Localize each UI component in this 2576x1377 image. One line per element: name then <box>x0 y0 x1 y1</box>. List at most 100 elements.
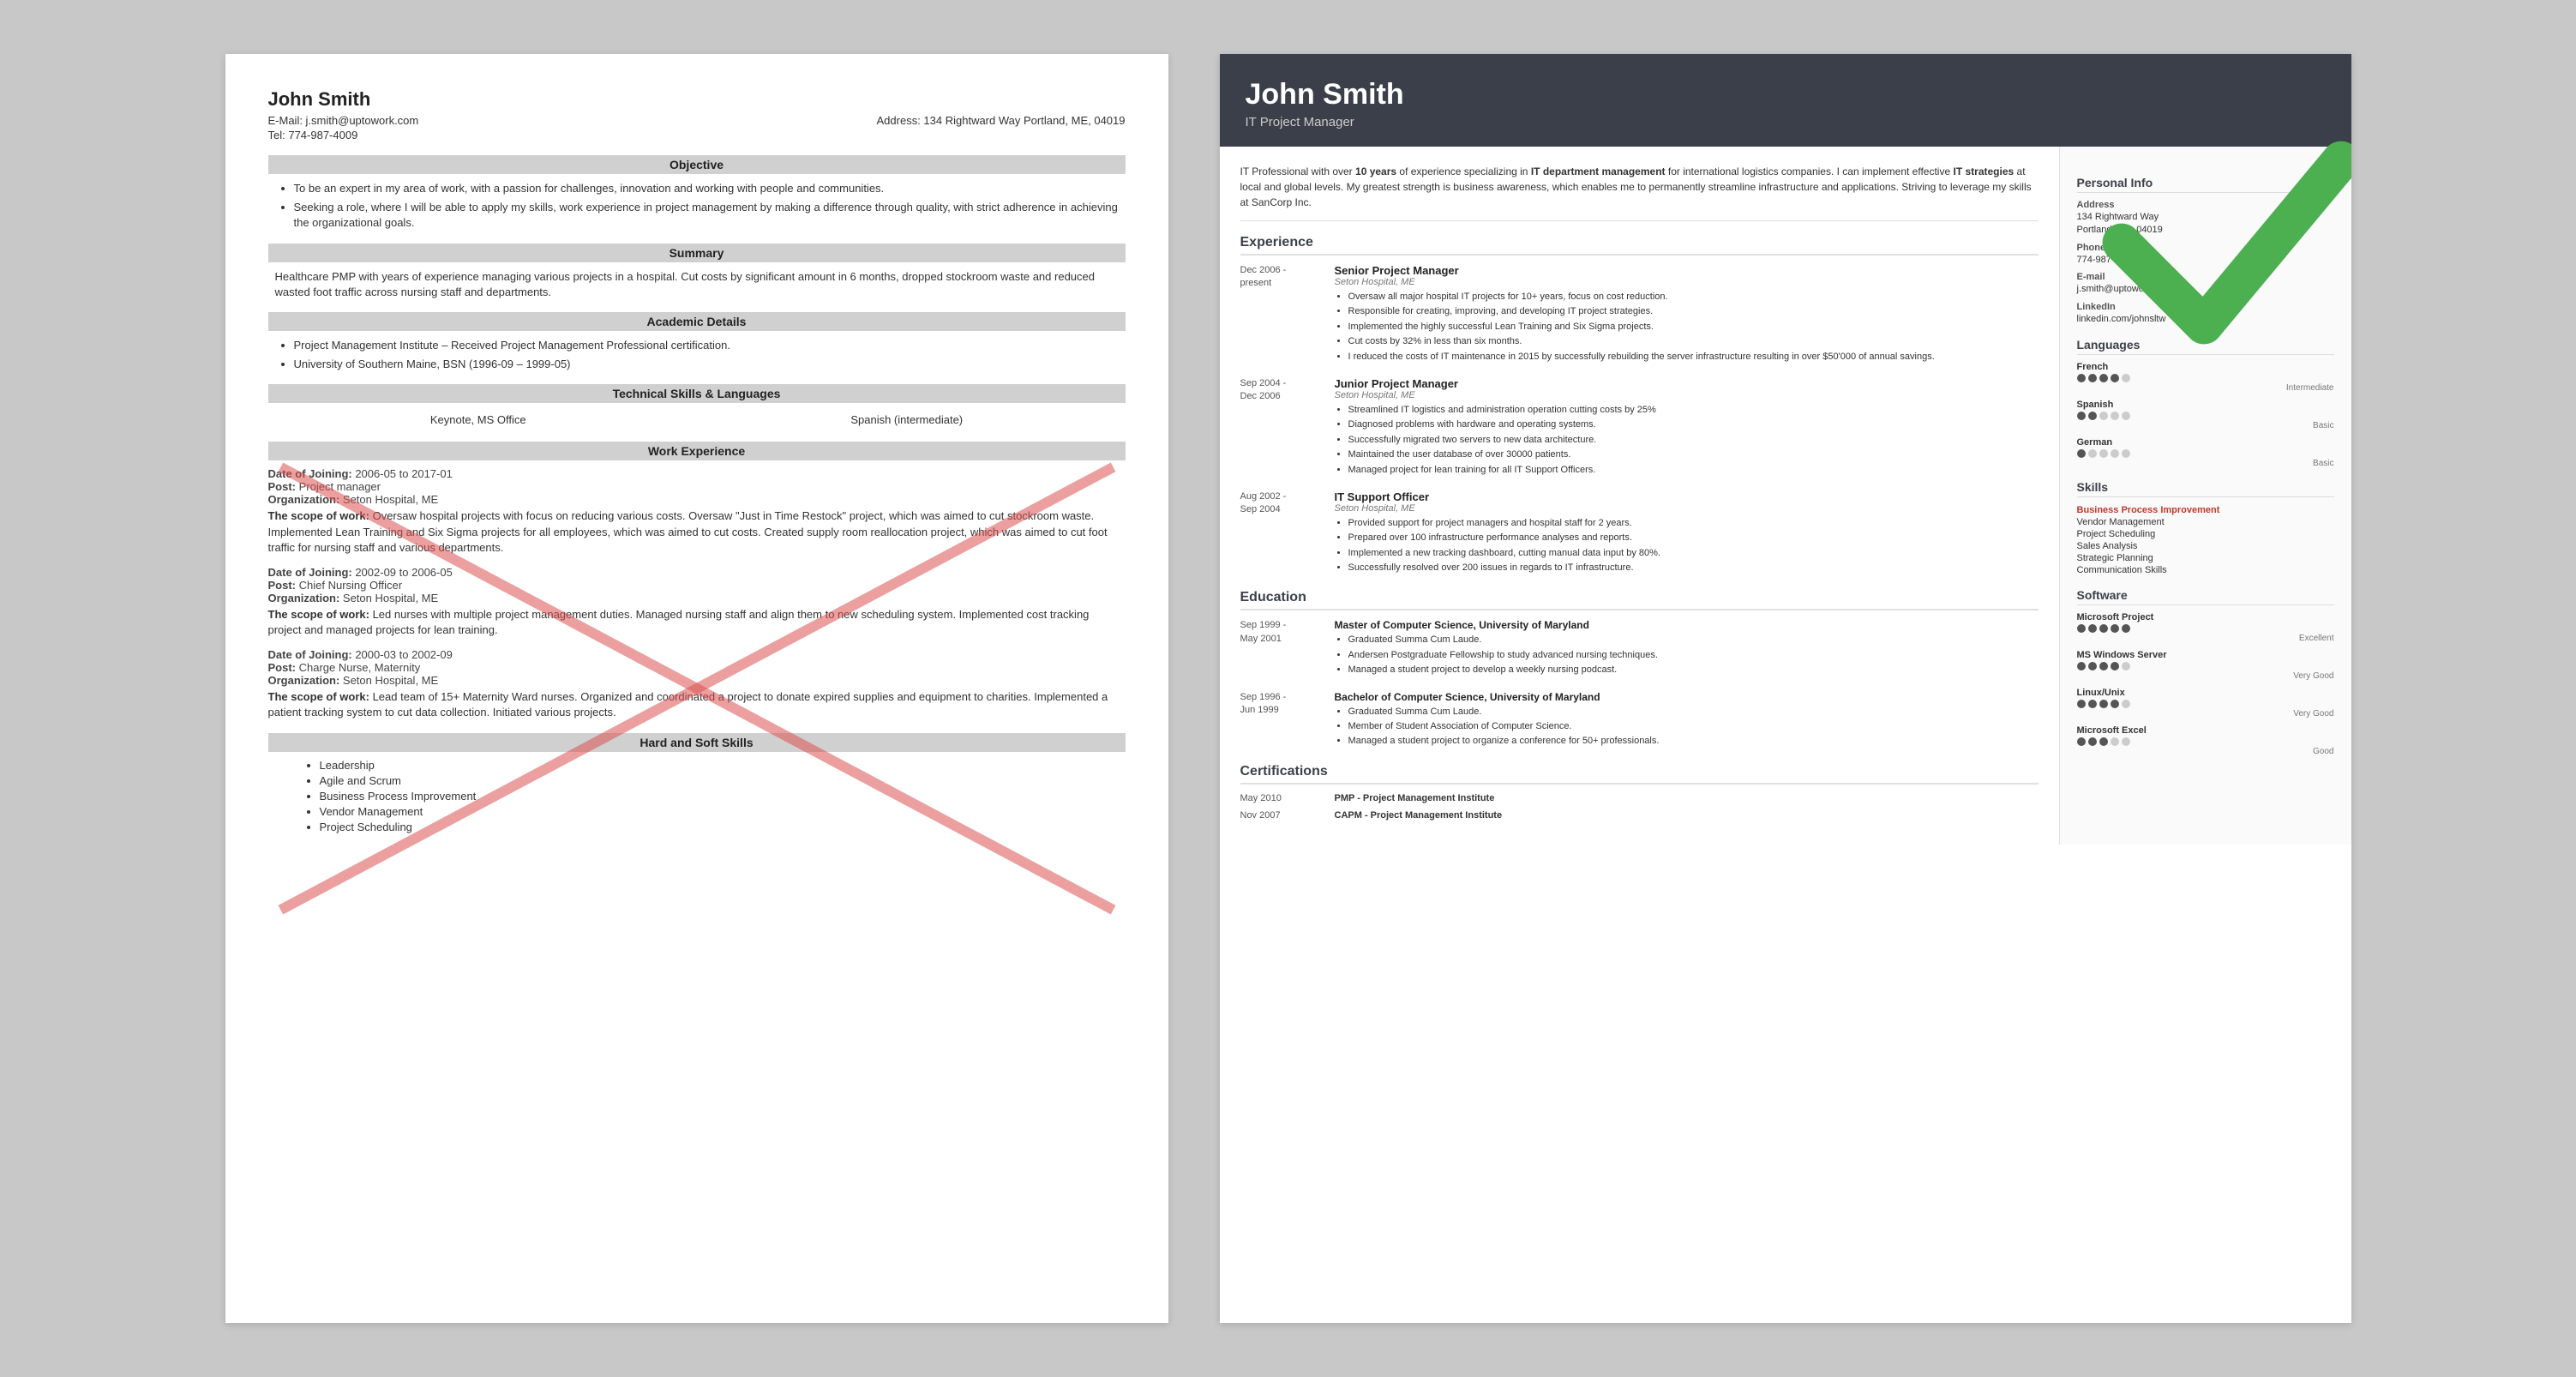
edu-bullets-2: Graduated Summa Cum Laude. Member of Stu… <box>1335 706 2039 749</box>
edu-bullets-1: Graduated Summa Cum Laude. Andersen Post… <box>1335 634 2039 676</box>
dot <box>2111 449 2119 458</box>
dot <box>2122 374 2130 382</box>
hardsoft-item-1: Leadership <box>320 759 1126 772</box>
work-entry-1: Date of Joining: 2006-05 to 2017-01 Post… <box>268 467 1126 556</box>
dot <box>2088 737 2097 746</box>
dot <box>2088 624 2097 633</box>
languages-title: Languages <box>2077 338 2334 355</box>
edu-entry-1: Sep 1999 -May 2001 Master of Computer Sc… <box>1240 619 2039 678</box>
linkedin-label: LinkedIn <box>2077 302 2334 312</box>
work-date-3: Date of Joining: 2000-03 to 2002-09 <box>268 648 1126 661</box>
cert-name-2: CAPM - Project Management Institute <box>1335 810 1503 821</box>
hardsoft-item-5: Project Scheduling <box>320 821 1126 833</box>
dot <box>2111 700 2119 708</box>
left-contact-row: E-Mail: j.smith@uptowork.com Address: 13… <box>268 114 1126 127</box>
email-value: j.smith@uptowork.com <box>2077 283 2334 296</box>
dot <box>2122 412 2130 420</box>
dot <box>2111 374 2119 382</box>
work-post-1: Post: Project manager <box>268 480 1126 493</box>
right-name: John Smith <box>1246 78 2326 111</box>
exp-date-1: Dec 2006 -present <box>1240 264 1335 365</box>
software-title: Software <box>2077 588 2334 605</box>
edu-b1-2: Andersen Postgraduate Fellowship to stud… <box>1348 649 2039 662</box>
dot <box>2099 412 2108 420</box>
phone-label: Phone <box>2077 243 2334 253</box>
dot <box>2099 737 2108 746</box>
dot <box>2099 662 2108 670</box>
dot <box>2111 737 2119 746</box>
exp-role-2: Junior Project Manager <box>1335 377 2039 390</box>
hardsoft-title: Hard and Soft Skills <box>268 733 1126 752</box>
hardsoft-item-4: Vendor Management <box>320 805 1126 818</box>
edu-degree-2: Bachelor of Computer Science, University… <box>1335 691 2039 703</box>
technical-skills: Keynote, MS Office Spanish (intermediate… <box>268 410 1126 430</box>
exp-bullets-3: Provided support for project managers an… <box>1335 517 2039 575</box>
dot <box>2122 449 2130 458</box>
dot <box>2122 700 2130 708</box>
skill-sp: Strategic Planning <box>2077 552 2334 564</box>
dot <box>2099 449 2108 458</box>
academic-list: Project Management Institute – Received … <box>268 338 1126 372</box>
personal-info-title: Personal Info <box>2077 176 2334 193</box>
exp-b1-2: Responsible for creating, improving, and… <box>1348 305 2039 318</box>
left-email: E-Mail: j.smith@uptowork.com <box>268 114 419 127</box>
dot <box>2111 662 2119 670</box>
exp-org-3: Seton Hospital, ME <box>1335 503 2039 514</box>
address-label: Address <box>2077 200 2334 210</box>
summary-text: Healthcare PMP with years of experience … <box>268 269 1126 300</box>
dot <box>2077 412 2086 420</box>
work-entry-2: Date of Joining: 2002-09 to 2006-05 Post… <box>268 566 1126 638</box>
cert-entry-2: Nov 2007 CAPM - Project Management Insti… <box>1240 810 2039 821</box>
dot <box>2122 737 2130 746</box>
exp-b2-2: Diagnosed problems with hardware and ope… <box>1348 418 2039 431</box>
lang-spanish: Spanish Basic <box>2077 400 2334 430</box>
edu-content-1: Master of Computer Science, University o… <box>1335 619 2039 678</box>
exp-b1-3: Implemented the highly successful Lean T… <box>1348 321 2039 334</box>
hardsoft-item-3: Business Process Improvement <box>320 790 1126 803</box>
dot <box>2077 737 2086 746</box>
lang-german: German Basic <box>2077 437 2334 468</box>
dot <box>2122 624 2130 633</box>
dot <box>2088 662 2097 670</box>
certs-title: Certifications <box>1240 764 2039 785</box>
work-org-1: Organization: Seton Hospital, ME <box>268 493 1126 506</box>
work-org-3: Organization: Seton Hospital, ME <box>268 674 1126 687</box>
dot <box>2088 449 2097 458</box>
skill-vm: Vendor Management <box>2077 516 2334 528</box>
edu-b1-3: Managed a student project to develop a w… <box>1348 664 2039 676</box>
dot <box>2077 624 2086 633</box>
edu-degree-1: Master of Computer Science, University o… <box>1335 619 2039 631</box>
work-entry-3: Date of Joining: 2000-03 to 2002-09 Post… <box>268 648 1126 720</box>
email-label: E-mail <box>2077 272 2334 282</box>
exp-b3-2: Prepared over 100 infrastructure perform… <box>1348 532 2039 544</box>
exp-b2-4: Maintained the user database of over 300… <box>1348 448 2039 461</box>
exp-content-3: IT Support Officer Seton Hospital, ME Pr… <box>1335 490 2039 577</box>
dot <box>2088 700 2097 708</box>
left-name: John Smith <box>268 88 1126 111</box>
right-title: IT Project Manager <box>1246 115 2326 129</box>
sw-mswindows: MS Windows Server Very Good <box>2077 650 2334 681</box>
edu-date-1: Sep 1999 -May 2001 <box>1240 619 1335 678</box>
dot <box>2099 624 2108 633</box>
experience-title: Experience <box>1240 235 2039 256</box>
technical-title: Technical Skills & Languages <box>268 384 1126 403</box>
exp-b1-4: Cut costs by 32% in less than six months… <box>1348 335 2039 348</box>
exp-b2-5: Managed project for lean training for al… <box>1348 464 2039 477</box>
objective-item-1: To be an expert in my area of work, with… <box>294 181 1126 196</box>
hardsoft-list: Leadership Agile and Scrum Business Proc… <box>268 759 1126 833</box>
dot <box>2099 374 2108 382</box>
resume-right: John Smith IT Project Manager IT Profess… <box>1220 54 2351 1323</box>
work-post-3: Post: Charge Nurse, Maternity <box>268 661 1126 674</box>
hardsoft-item-2: Agile and Scrum <box>320 774 1126 787</box>
lang-french: French Intermediate <box>2077 362 2334 393</box>
exp-entry-2: Sep 2004 -Dec 2006 Junior Project Manage… <box>1240 377 2039 478</box>
sw-msproject: Microsoft Project Excellent <box>2077 612 2334 643</box>
academic-title: Academic Details <box>268 312 1126 331</box>
exp-b1-5: I reduced the costs of IT maintenance in… <box>1348 351 2039 364</box>
work-date-1: Date of Joining: 2006-05 to 2017-01 <box>268 467 1126 480</box>
skills-col1: Keynote, MS Office <box>430 413 526 426</box>
edu-b1-1: Graduated Summa Cum Laude. <box>1348 634 2039 646</box>
academic-item-2: University of Southern Maine, BSN (1996-… <box>294 357 1126 372</box>
skill-cs: Communication Skills <box>2077 564 2334 576</box>
exp-role-1: Senior Project Manager <box>1335 264 2039 277</box>
